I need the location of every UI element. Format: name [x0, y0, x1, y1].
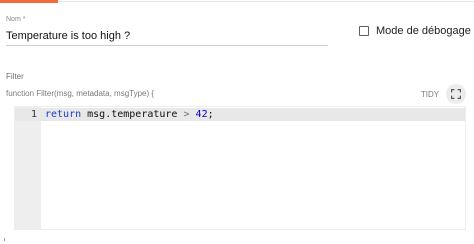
name-label: Nom *: [6, 16, 26, 23]
fullscreen-button[interactable]: [446, 84, 466, 104]
tidy-button[interactable]: TIDY: [418, 87, 442, 101]
debug-mode-toggle[interactable]: Mode de débogage: [359, 25, 471, 37]
filter-label: Filter: [6, 72, 24, 81]
name-underline: [6, 45, 328, 46]
code-editor[interactable]: 1 return msg.temperature > 42;: [14, 106, 466, 230]
resize-handle: [4, 238, 5, 241]
code-line[interactable]: return msg.temperature > 42;: [45, 108, 214, 121]
debug-mode-checkbox[interactable]: [359, 26, 369, 36]
code-number: 42: [195, 109, 208, 120]
line-number: 1: [30, 109, 37, 120]
code-expression: msg.temperature: [81, 109, 184, 120]
header-divider: [58, 1, 474, 2]
name-field: Nom *: [6, 16, 328, 46]
name-input[interactable]: [6, 28, 328, 44]
code-keyword: return: [45, 109, 82, 120]
code-semicolon: ;: [207, 109, 214, 120]
debug-mode-label: Mode de débogage: [376, 25, 471, 37]
function-signature: function Filter(msg, metadata, msgType) …: [6, 89, 155, 98]
active-tab-indicator: [0, 0, 58, 3]
fullscreen-icon: [451, 89, 461, 99]
editor-gutter: [15, 107, 41, 229]
